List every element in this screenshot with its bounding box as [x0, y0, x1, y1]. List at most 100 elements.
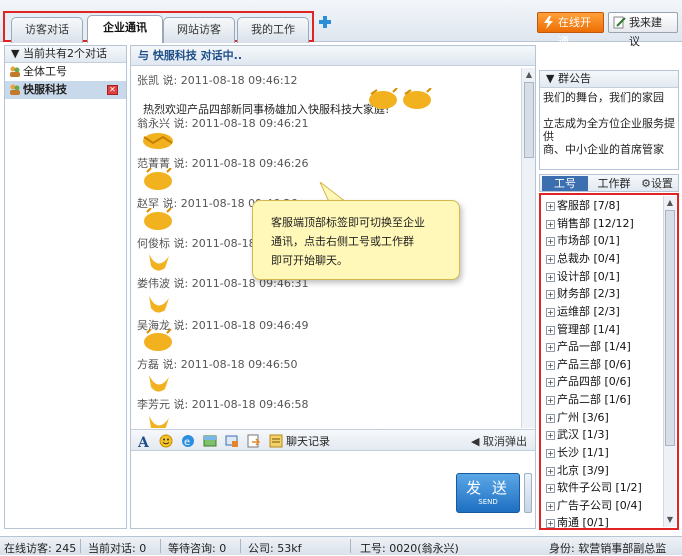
message-input[interactable]: 发 送 SEND: [131, 452, 535, 528]
expand-plus-icon: +: [546, 326, 555, 335]
collapse-triangle-icon[interactable]: ▼: [11, 47, 19, 60]
department-item[interactable]: + 管理部 [1/4]: [546, 321, 620, 338]
expand-plus-icon: +: [546, 484, 555, 493]
image-icon[interactable]: [203, 434, 217, 448]
send-button[interactable]: 发 送 SEND: [456, 473, 520, 513]
session-item-kuaifu[interactable]: 快服科技 ✕: [5, 81, 126, 99]
lightning-icon: [544, 16, 553, 29]
scroll-up-icon[interactable]: ▲: [665, 198, 675, 208]
expand-plus-icon: +: [546, 449, 555, 458]
department-item[interactable]: + 产品三部 [0/6]: [546, 356, 631, 373]
tab-strip: 访客对话 企业通讯 网站访客 我的工作: [3, 11, 314, 43]
contact-tabs: 工号 工作群 ⚙设置: [539, 174, 679, 192]
expand-plus-icon: +: [546, 431, 555, 440]
send-label: 发 送: [466, 479, 510, 497]
department-item[interactable]: + 产品二部 [1/6]: [546, 391, 631, 408]
department-item[interactable]: + 武汉 [1/3]: [546, 426, 609, 443]
department-item[interactable]: + 销售部 [12/12]: [546, 215, 634, 232]
department-scrollbar[interactable]: ▲ ▼: [663, 196, 676, 527]
file-transfer-icon[interactable]: [247, 434, 261, 448]
thumbs-hand-icon: [149, 296, 169, 313]
expand-plus-icon: +: [546, 220, 555, 229]
expand-plus-icon: +: [546, 467, 555, 476]
department-item[interactable]: + 产品四部 [0/6]: [546, 373, 631, 390]
add-tab-icon[interactable]: [318, 15, 332, 29]
send-options-button[interactable]: [524, 473, 532, 513]
tab-visitor-chat[interactable]: 访客对话: [11, 17, 83, 43]
expand-plus-icon: +: [546, 378, 555, 387]
department-item[interactable]: + 设计部 [0/1]: [546, 268, 620, 285]
online-activate-button[interactable]: 在线开通: [537, 12, 604, 48]
tab-enterprise-comm[interactable]: 企业通讯: [87, 15, 163, 43]
status-divider: [160, 539, 161, 553]
cancel-popup-button[interactable]: ◀ 取消弹出: [471, 433, 527, 449]
session-label: 快服科技: [23, 83, 67, 96]
department-item[interactable]: + 总裁办 [0/4]: [546, 250, 620, 267]
group-icon: [10, 84, 20, 95]
tab-work-group[interactable]: 工作群: [596, 176, 632, 191]
department-item[interactable]: + 财务部 [2/3]: [546, 285, 620, 302]
scroll-up-icon[interactable]: ▲: [524, 70, 534, 80]
session-item-all[interactable]: 全体工号: [5, 63, 126, 81]
department-item[interactable]: + 南通 [0/1]: [546, 514, 609, 528]
department-item[interactable]: + 客服部 [7/8]: [546, 197, 620, 214]
expand-plus-icon: +: [546, 237, 555, 246]
expand-plus-icon: +: [546, 414, 555, 423]
status-role: 身份: 软营销事部副总监: [549, 542, 667, 555]
chat-history-button[interactable]: 聊天记录: [286, 433, 330, 449]
expand-plus-icon: +: [546, 202, 555, 211]
pencil-icon: [613, 16, 626, 29]
suggest-button[interactable]: 我来建议: [608, 12, 678, 48]
thumbs-hand-icon: [149, 254, 169, 271]
group-icon: [10, 66, 20, 77]
status-online-visitors: 在线访客: 245: [4, 542, 77, 555]
department-item[interactable]: + 北京 [3/9]: [546, 462, 609, 479]
svg-text:e: e: [184, 437, 190, 448]
tab-my-work[interactable]: 我的工作: [237, 17, 309, 43]
chat-toolbar: A e 聊天记录 ◀ 取消弹出: [131, 429, 535, 451]
scroll-down-icon[interactable]: ▼: [665, 515, 675, 525]
chat-history-icon[interactable]: [269, 434, 283, 448]
status-agent: 工号: 0020(翁永兴): [360, 542, 459, 555]
status-divider: [350, 539, 351, 553]
session-label: 全体工号: [23, 65, 67, 78]
clapping-hands-icon: [144, 168, 172, 190]
department-item[interactable]: + 市场部 [0/1]: [546, 232, 620, 249]
expand-plus-icon: +: [546, 255, 555, 264]
tab-site-visitors[interactable]: 网站访客: [163, 17, 235, 43]
status-current-sessions: 当前对话: 0: [88, 542, 147, 555]
status-bar: 在线访客: 245 当前对话: 0 等待咨询: 0 公司: 53kf 工号: 0…: [0, 536, 682, 555]
department-scroll-thumb[interactable]: [665, 210, 675, 446]
tab-settings[interactable]: ⚙设置: [636, 176, 678, 191]
chat-panel: 与 快服科技 对话中.. 张凯 说: 2011-08-18 09:46:12 热…: [130, 45, 536, 529]
department-item[interactable]: + 软件子公司 [1/2]: [546, 479, 642, 496]
thumbs-hand-icon: [149, 375, 169, 392]
handshake-icon: [143, 133, 173, 149]
clapping-hands-icon: [144, 208, 172, 230]
tooltip-line: 客服端顶部标签即可切换至企业: [271, 216, 425, 229]
department-list: + 客服部 [7/8] + 销售部 [12/12] + 市场部 [0/1] + 总裁办 …: [539, 193, 679, 530]
font-icon[interactable]: A: [137, 434, 151, 448]
screenshot-icon[interactable]: [225, 434, 239, 448]
chat-scrollbar[interactable]: ▲: [521, 68, 535, 428]
online-activate-label: 在线开通: [558, 16, 591, 48]
department-item[interactable]: + 广州 [3/6]: [546, 409, 609, 426]
collapse-triangle-icon[interactable]: ▼: [546, 72, 554, 85]
chat-header: 与 快服科技 对话中..: [131, 46, 535, 66]
chat-scroll-thumb[interactable]: [524, 82, 534, 158]
department-item[interactable]: + 长沙 [1/1]: [546, 444, 609, 461]
close-session-icon[interactable]: ✕: [107, 85, 118, 95]
group-notice: ▼ 群公告 我们的舞台，我们的家园 立志成为全方位企业服务提供 商、中小企业的首…: [539, 70, 679, 170]
department-item[interactable]: + 产品一部 [1/4]: [546, 338, 631, 355]
browser-icon[interactable]: e: [181, 434, 195, 448]
tab-agent-id[interactable]: 工号: [542, 176, 588, 191]
expand-plus-icon: +: [546, 308, 555, 317]
department-item[interactable]: + 运维部 [2/3]: [546, 303, 620, 320]
expand-plus-icon: +: [546, 343, 555, 352]
gear-icon: ⚙: [641, 177, 651, 190]
expand-plus-icon: +: [546, 502, 555, 511]
department-item[interactable]: + 广告子公司 [0/4]: [546, 497, 642, 514]
expand-plus-icon: +: [546, 290, 555, 299]
smiley-icon[interactable]: [159, 434, 173, 448]
message-header: 张凯 说: 2011-08-18 09:46:12: [137, 74, 298, 87]
